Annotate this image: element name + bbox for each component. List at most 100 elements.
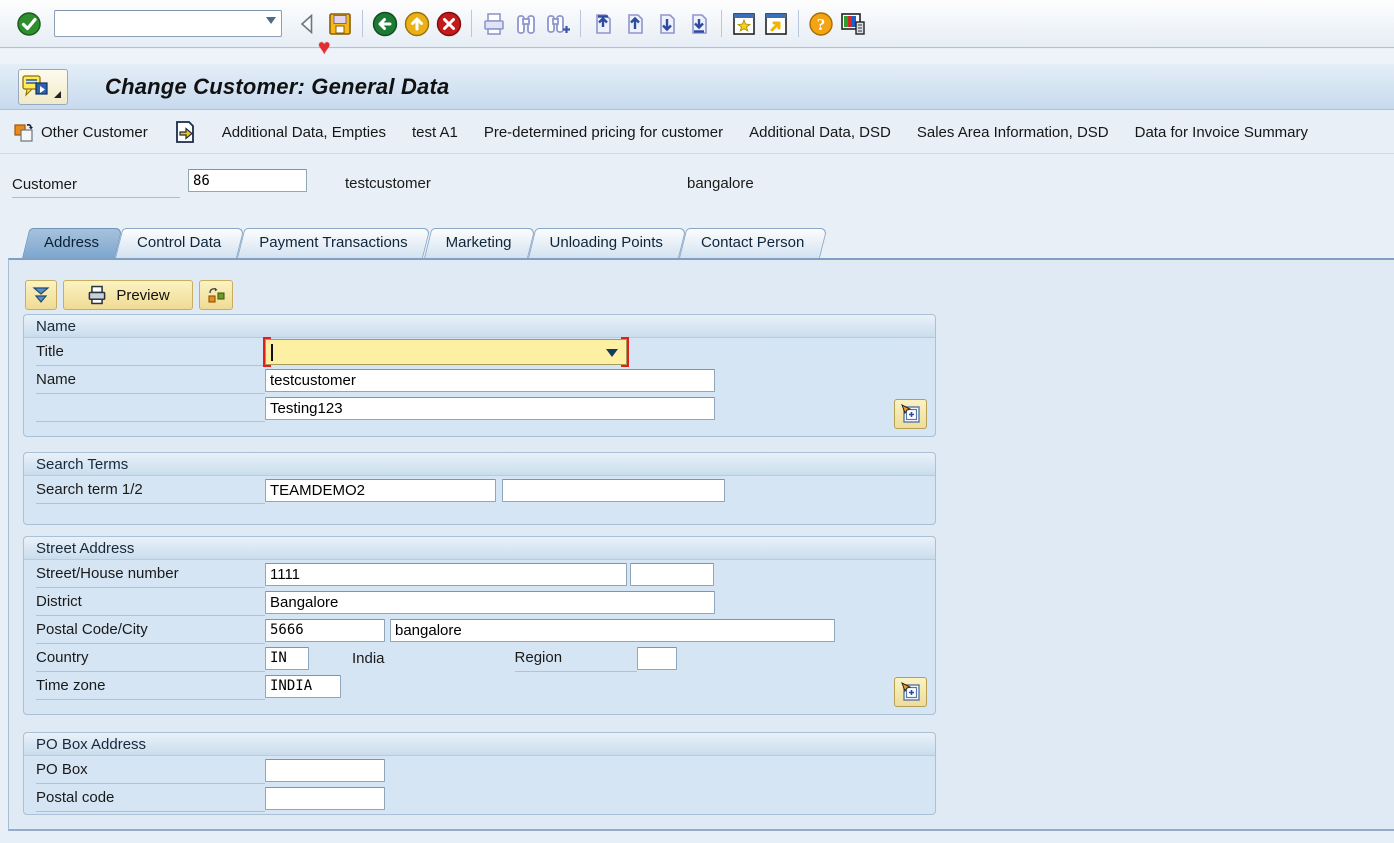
street-address-section: Street Address Street/House number Distr… bbox=[23, 536, 936, 715]
print-icon bbox=[481, 11, 507, 37]
timezone-row: Time zone bbox=[24, 672, 935, 700]
tab-contact-person[interactable]: Contact Person bbox=[679, 228, 820, 258]
customize-layout-icon bbox=[839, 10, 867, 38]
street-field[interactable] bbox=[265, 563, 627, 586]
more-name-fields-button[interactable] bbox=[894, 399, 927, 429]
other-customer-button[interactable]: Other Customer bbox=[12, 120, 148, 144]
page-title: Change Customer: General Data bbox=[105, 74, 449, 100]
app-toolbar-item-additional-data-dsd[interactable]: Additional Data, DSD bbox=[749, 124, 891, 141]
title-bar: Change Customer: General Data bbox=[0, 64, 1394, 110]
name2-field[interactable] bbox=[265, 397, 715, 420]
customer-header-row: Customer testcustomer bangalore bbox=[0, 154, 1394, 226]
name2-label bbox=[36, 394, 265, 422]
tab-control-data[interactable]: Control Data bbox=[115, 228, 237, 258]
name-field[interactable] bbox=[265, 369, 715, 392]
country-label: Country bbox=[36, 644, 265, 672]
heart-marker: ♥ bbox=[318, 36, 330, 60]
toolbar-separator bbox=[721, 10, 722, 37]
po-box-label: PO Box bbox=[36, 756, 265, 784]
assign-button[interactable] bbox=[199, 280, 233, 310]
po-box-postal-field[interactable] bbox=[265, 787, 385, 810]
international-versions-button[interactable] bbox=[25, 280, 57, 310]
nav-cancel-icon bbox=[435, 10, 463, 38]
chevron-down-icon[interactable] bbox=[606, 349, 618, 357]
next-page-button[interactable] bbox=[651, 8, 683, 40]
more-fields-icon bbox=[900, 681, 922, 703]
app-toolbar-item-sales-area-information-dsd[interactable]: Sales Area Information, DSD bbox=[917, 124, 1109, 141]
customize-layout-button[interactable] bbox=[837, 8, 869, 40]
toolbar-separator bbox=[798, 10, 799, 37]
services-for-object-button[interactable] bbox=[18, 69, 68, 105]
search-terms-section: Search Terms Search term 1/2 bbox=[23, 452, 936, 525]
po-box-postal-row: Postal code bbox=[24, 784, 935, 812]
search-term-1-field[interactable] bbox=[265, 479, 496, 502]
street-address-header: Street Address bbox=[24, 537, 935, 560]
search-term-row: Search term 1/2 bbox=[24, 476, 935, 504]
back-icon bbox=[296, 12, 320, 36]
find-button[interactable] bbox=[510, 8, 542, 40]
find-next-button[interactable] bbox=[542, 8, 574, 40]
additional-data-icon-button[interactable] bbox=[174, 120, 196, 144]
customer-label: Customer bbox=[12, 172, 180, 198]
other-customer-icon bbox=[12, 120, 36, 144]
last-page-button[interactable] bbox=[683, 8, 715, 40]
country-field[interactable] bbox=[265, 647, 309, 670]
sap-window: ? ♥ Change Cus bbox=[0, 0, 1394, 843]
region-field[interactable] bbox=[637, 647, 677, 670]
window-gap-strip bbox=[0, 49, 1394, 64]
focus-bracket-left bbox=[263, 337, 271, 367]
save-button[interactable] bbox=[324, 8, 356, 40]
postal-code-field[interactable] bbox=[265, 619, 385, 642]
address-tab-panel: Preview Name Title bbox=[8, 258, 1394, 831]
city-field[interactable] bbox=[390, 619, 835, 642]
po-box-section: PO Box Address PO Box Postal code bbox=[23, 732, 936, 815]
tab-marketing[interactable]: Marketing bbox=[424, 228, 528, 258]
system-toolbar: ? bbox=[0, 0, 1394, 48]
previous-page-button[interactable] bbox=[619, 8, 651, 40]
nav-exit-button[interactable] bbox=[401, 8, 433, 40]
find-icon bbox=[513, 11, 539, 37]
timezone-field[interactable] bbox=[265, 675, 341, 698]
postal-code-label: Postal Code/City bbox=[36, 616, 265, 644]
app-toolbar-item-test-a1[interactable]: test A1 bbox=[412, 124, 458, 141]
toolbar-separator bbox=[471, 10, 472, 37]
tab-unloading-points[interactable]: Unloading Points bbox=[528, 228, 679, 258]
house-number-field[interactable] bbox=[630, 563, 714, 586]
command-field[interactable] bbox=[54, 10, 282, 37]
tab-payment-transactions[interactable]: Payment Transactions bbox=[237, 228, 423, 258]
enter-icon bbox=[16, 10, 44, 38]
search-term-2-field[interactable] bbox=[502, 479, 725, 502]
title-dropdown[interactable] bbox=[265, 339, 627, 365]
help-button[interactable]: ? bbox=[805, 8, 837, 40]
nav-back-button[interactable] bbox=[369, 8, 401, 40]
app-toolbar-item-data-for-invoice-summary[interactable]: Data for Invoice Summary bbox=[1135, 124, 1308, 141]
tab-address[interactable]: Address bbox=[22, 228, 115, 258]
application-toolbar: Other Customer Additional Data, Empties … bbox=[0, 111, 1394, 154]
app-toolbar-item-additional-data-empties[interactable]: Additional Data, Empties bbox=[222, 124, 386, 141]
enter-button[interactable] bbox=[14, 8, 46, 40]
last-page-icon bbox=[686, 11, 712, 37]
toolbar-separator bbox=[580, 10, 581, 37]
print-button[interactable] bbox=[478, 8, 510, 40]
title-row: Title bbox=[24, 338, 935, 366]
name-label: Name bbox=[36, 366, 265, 394]
tab-strip: Address Control Data Payment Transaction… bbox=[22, 228, 1382, 258]
country-row: Country India Region bbox=[24, 644, 935, 672]
print-preview-icon bbox=[86, 284, 108, 306]
district-field[interactable] bbox=[265, 591, 715, 614]
customer-number-field[interactable] bbox=[188, 169, 307, 192]
back-button[interactable] bbox=[292, 8, 324, 40]
title-label: Title bbox=[36, 338, 265, 366]
first-page-button[interactable] bbox=[587, 8, 619, 40]
new-session-button[interactable] bbox=[728, 8, 760, 40]
nav-cancel-button[interactable] bbox=[433, 8, 465, 40]
po-box-field[interactable] bbox=[265, 759, 385, 782]
po-box-header: PO Box Address bbox=[24, 733, 935, 756]
shortcut-icon bbox=[763, 11, 789, 37]
preview-button[interactable]: Preview bbox=[63, 280, 193, 310]
shortcut-button[interactable] bbox=[760, 8, 792, 40]
po-box-row: PO Box bbox=[24, 756, 935, 784]
street-row: Street/House number bbox=[24, 560, 935, 588]
app-toolbar-item-predetermined-pricing[interactable]: Pre-determined pricing for customer bbox=[484, 124, 723, 141]
more-street-fields-button[interactable] bbox=[894, 677, 927, 707]
